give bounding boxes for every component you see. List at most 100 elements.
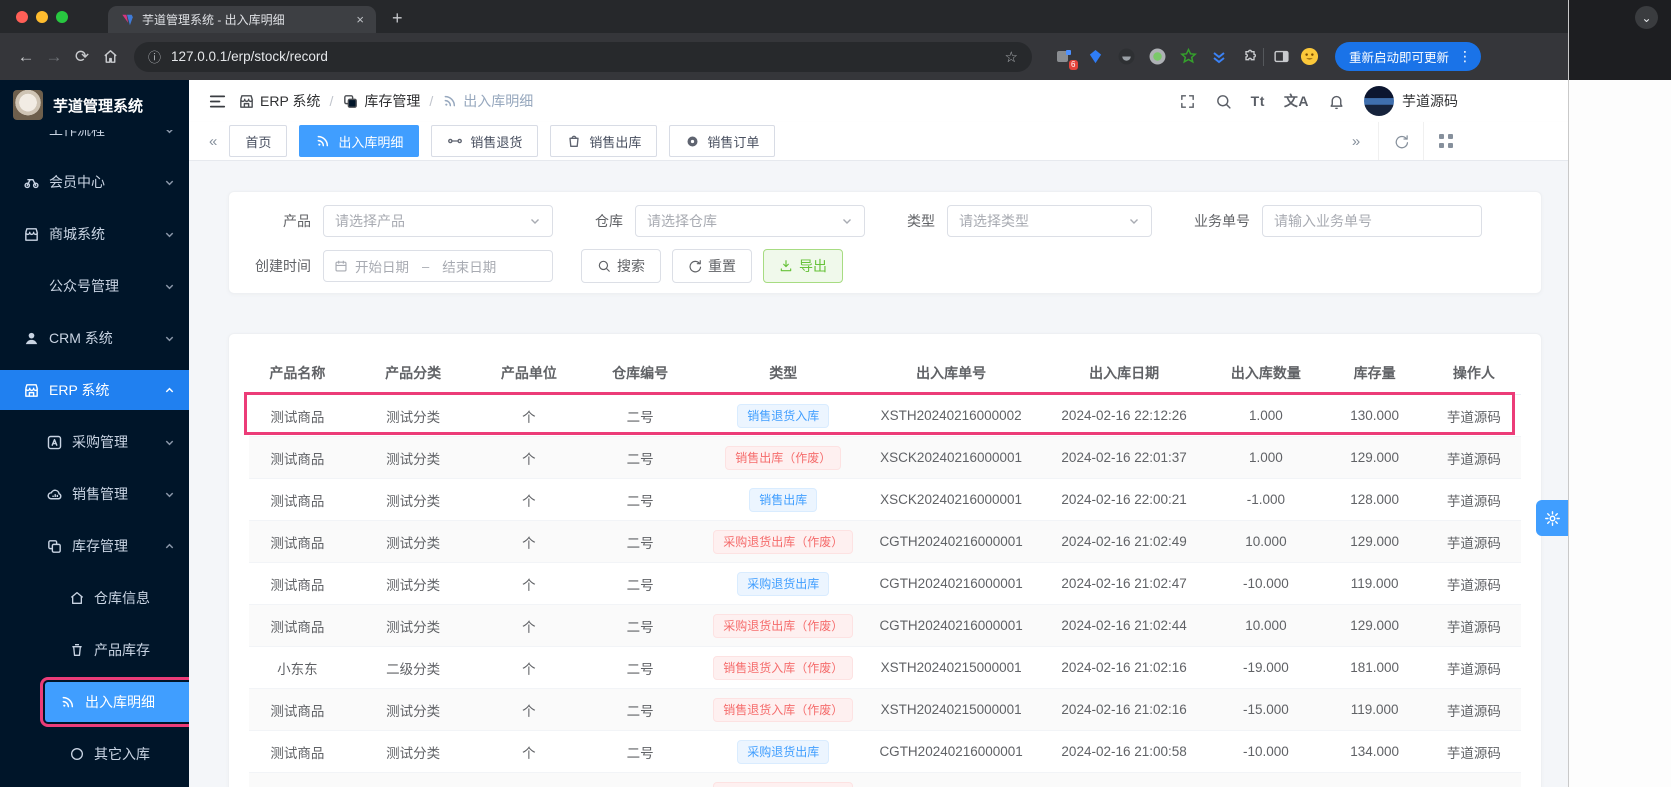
table-row[interactable]: 测试商品 测试分类个二号 销售出库 XSCK20240216000001 2024-02… [249,478,1521,521]
user-menu[interactable]: 芋道源码 [1364,86,1458,116]
sidebar-item-7[interactable]: 采购管理 [0,422,189,462]
column-header[interactable]: 产品名称 [249,352,346,395]
sidebar-item-5[interactable]: CRM 系统 [0,318,189,358]
maximize-window-button[interactable] [56,11,68,23]
product-cell: 测试商品 [249,520,346,563]
sidebar-item-6[interactable]: ERP 系统 [0,370,189,410]
tabs-scroll-right-icon[interactable]: » [1334,122,1378,160]
fullscreen-icon[interactable] [1179,93,1196,110]
column-header[interactable]: 产品单位 [480,352,578,395]
green-dot-extension-icon[interactable] [1147,47,1167,67]
warehouse-filter: 仓库 请选择仓库 [595,205,865,237]
breadcrumb-item[interactable]: ERP 系统 [238,91,320,111]
quantity-cell: -19.000 [1209,646,1323,689]
collapse-sidebar-icon[interactable] [202,86,232,116]
table-row[interactable]: 测试商品测试分类个二号采购退货出库（作废） CGTH202402160000012… [249,604,1521,647]
table-row[interactable]: 测试商品测试分类个二号采购退货出库（作废） CGTH202402160000012… [249,520,1521,563]
dark-circle-extension-icon[interactable] [1116,47,1136,67]
export-button[interactable]: 导出 [763,249,843,283]
close-window-button[interactable] [16,11,28,23]
font-size-icon[interactable]: Tt [1251,93,1265,109]
table-row[interactable]: 测试商品 测试分类个二号 采购退货出库 CGTH20240216000001 2024-… [249,730,1521,773]
forward-icon[interactable]: → [40,43,68,71]
table-row[interactable]: 测试商品 测试分类个二号 销售退货入库 XSTH20240216000002 2024-… [249,394,1521,437]
adblock-extension-icon[interactable]: 6 [1054,47,1078,70]
translate-icon[interactable]: 文A [1284,91,1309,111]
sidebar-item-12[interactable]: 出入库明细 [40,677,189,727]
erp-icon [23,382,40,399]
home-icon[interactable] [96,43,124,71]
tabs-menu-grid-icon[interactable] [1423,122,1468,160]
browser-update-button[interactable]: 重新启动即可更新 ⋮ [1335,42,1482,71]
tab-close-icon[interactable]: × [352,12,368,27]
search-icon[interactable] [1215,93,1232,110]
order-no-cell: XSCK20240216000001 [863,478,1039,521]
chevrons-extension-icon[interactable] [1209,47,1229,67]
refresh-page-icon[interactable] [1378,122,1423,160]
date-cell: 2024-02-16 22:01:37 [1038,436,1210,479]
settings-gear-button[interactable] [1536,500,1568,536]
browser-tab[interactable]: 芋道管理系统 - 出入库明细 × [108,6,376,33]
gem-extension-icon[interactable] [1085,47,1105,67]
table-row[interactable]: 测试商品 测试分类个二号 采购退货出库 CGTH20240216000001 2024-… [249,562,1521,605]
sidebar-item-label: 销售管理 [72,486,128,502]
emoji-extension-icon[interactable] [1295,43,1323,71]
column-header[interactable]: 产品分类 [345,352,481,395]
column-header[interactable]: 操作人 [1426,352,1521,395]
chevron-down-circle-icon[interactable]: ⌄ [1635,6,1658,29]
tag-tab-2[interactable]: 出入库明细 [299,125,420,157]
breadcrumb-item[interactable]: 库存管理 [342,91,420,111]
sidebar-item-10[interactable]: 仓库信息 [0,578,189,618]
stock-cell: 129.000 [1322,520,1427,563]
reset-button[interactable]: 重置 [672,249,752,283]
sidebar-item-9[interactable]: 库存管理 [0,526,189,566]
date-range-picker[interactable]: 开始日期 – 结束日期 [323,250,553,282]
bizno-input[interactable] [1262,205,1482,237]
sidebar-item-11[interactable]: 产品库存 [0,630,189,670]
tab-title: 芋道管理系统 - 出入库明细 [142,13,285,27]
minimize-window-button[interactable] [36,11,48,23]
sidebar-item-1[interactable]: 工作流程 [0,130,189,150]
star-extension-icon[interactable] [1178,47,1198,67]
stock-record-icon [442,93,458,109]
table-row[interactable]: 测试商品 测试分类个二号 销售退货入库（作废） XSTH20240215000001 2… [249,688,1521,731]
product-cell: 测试商品 [249,604,346,647]
column-header[interactable]: 出入库数量 [1209,352,1323,395]
sidebar-item-4[interactable]: 公众号管理 [0,266,189,306]
sidebar-logo[interactable]: 芋道管理系统 [0,80,189,130]
type-cell: 采购退货出库（作废） [703,520,864,563]
tabs-scroll-left-icon[interactable]: « [201,133,225,150]
product-select[interactable]: 请选择产品 [323,205,553,237]
table-row[interactable]: 小东东 二级分类个二号 销售退货入库（作废） XSTH20240215000001 20… [249,646,1521,689]
column-header[interactable]: 仓库编号 [577,352,704,395]
back-icon[interactable]: ← [12,43,40,71]
site-info-icon[interactable]: ⓘ [148,47,161,66]
sidebar-item-13[interactable]: 其它入库 [0,734,189,774]
reload-icon[interactable]: ⟳ [68,43,96,71]
new-tab-button[interactable]: + [392,8,403,29]
column-header[interactable]: 出入库单号 [863,352,1039,395]
column-header[interactable]: 出入库日期 [1038,352,1210,395]
search-button[interactable]: 搜索 [581,249,661,283]
sidebar-item-3[interactable]: 商城系统 [0,214,189,254]
tag-tab-1[interactable]: 首页 [229,125,288,157]
warehouse-select[interactable]: 请选择仓库 [635,205,865,237]
notification-bell-icon[interactable] [1328,93,1345,110]
sidebar-item-8[interactable]: 销售管理 [0,474,189,514]
tag-tab-4[interactable]: 销售出库 [550,125,658,157]
type-select[interactable]: 请选择类型 [947,205,1152,237]
side-panel-icon[interactable] [1267,43,1295,71]
tag-tab-3[interactable]: 销售退货 [431,125,539,157]
column-header[interactable]: 类型 [703,352,864,395]
tag-tab-5[interactable]: 销售订单 [669,125,776,157]
browser-menu-icon[interactable]: ⋮ [1455,48,1475,65]
puzzle-extensions-icon[interactable] [1240,47,1260,67]
warehouse-placeholder: 请选择仓库 [647,213,717,229]
address-bar[interactable]: ⓘ 127.0.0.1/erp/stock/record ☆ [134,41,1032,72]
table-row[interactable]: 测试商品 测试分类个二号 销售出库（作废） XSCK20240216000001 202… [249,436,1521,479]
sidebar-item-2[interactable]: 会员中心 [0,162,189,202]
column-header[interactable]: 库存量 [1322,352,1427,395]
bookmark-star-icon[interactable]: ☆ [1005,48,1018,66]
tag-tabs: 首页 出入库明细 销售退货 销售出库 销售订单 [229,125,776,157]
table-row[interactable]: 测试商品测试分类个二号采购退货出库（作废） CGTH202402160000012… [249,772,1521,787]
